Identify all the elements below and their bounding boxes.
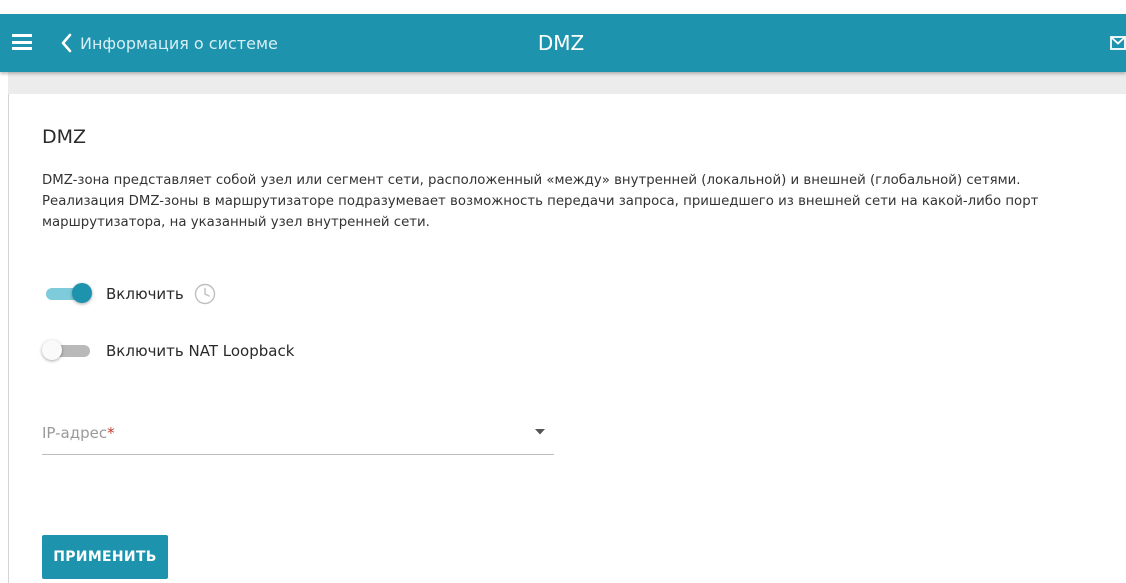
section-heading: DMZ [42, 126, 87, 148]
ip-address-label-text: IP-адрес [42, 424, 108, 442]
enable-row: Включить [42, 282, 216, 306]
enable-toggle-knob [72, 283, 92, 303]
ip-address-select[interactable]: IP-адрес* [42, 418, 554, 455]
enable-toggle[interactable] [42, 282, 92, 306]
back-link[interactable]: Информация о системе [60, 14, 278, 72]
ip-address-label: IP-адрес* [42, 424, 115, 442]
chevron-left-icon [61, 33, 72, 53]
apply-button[interactable]: ПРИМЕНИТЬ [42, 535, 168, 579]
clock-icon[interactable] [194, 283, 216, 305]
nat-loopback-toggle[interactable] [42, 339, 92, 363]
dropdown-arrow-icon [535, 429, 545, 435]
back-link-label: Информация о системе [80, 33, 278, 53]
subheader-strip [8, 72, 1126, 94]
page-title-text: DMZ [537, 31, 585, 55]
nat-loopback-row: Включить NAT Loopback [42, 339, 294, 363]
required-mark: * [107, 424, 115, 442]
envelope-icon[interactable] [1110, 36, 1126, 50]
nat-loopback-toggle-knob [42, 340, 62, 360]
top-bar: Информация о системе DMZ [0, 14, 1126, 72]
hamburger-menu-icon[interactable] [12, 34, 32, 50]
page: Информация о системе DMZ DMZ DMZ-зона пр… [0, 0, 1126, 583]
left-border [8, 94, 9, 583]
nat-loopback-label: Включить NAT Loopback [106, 342, 295, 360]
enable-label: Включить [106, 285, 184, 303]
section-description: DMZ-зона представляет собой узел или сег… [42, 173, 1039, 230]
